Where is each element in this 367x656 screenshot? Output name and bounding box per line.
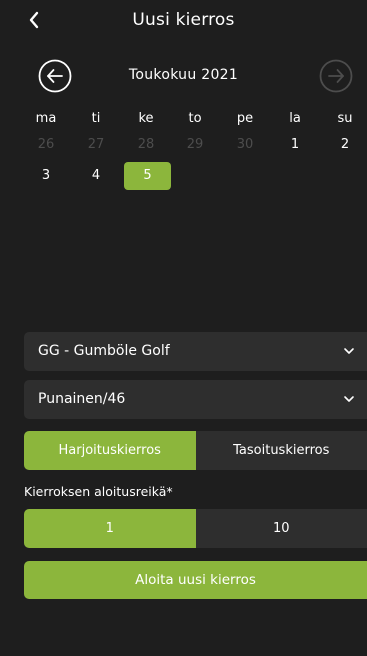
calendar-week-1: 26 27 28 29 30 1 2 xyxy=(24,136,367,162)
start-hole-1[interactable]: 1 xyxy=(24,509,196,548)
calendar-day: 27 xyxy=(87,137,105,152)
header: Uusi kierros xyxy=(0,0,367,44)
round-type-handicap[interactable]: Tasoituskierros xyxy=(195,431,367,470)
calendar-day[interactable]: 4 xyxy=(74,167,118,185)
calendar-day-selected[interactable]: 5 xyxy=(124,162,171,190)
calendar-day[interactable]: 3 xyxy=(24,167,68,185)
weekday-fri: pe xyxy=(236,111,254,126)
calendar-day: 28 xyxy=(137,137,155,152)
page-title: Uusi kierros xyxy=(132,10,235,30)
arrow-right-circle-icon xyxy=(319,59,353,93)
weekday-tue: ti xyxy=(91,111,101,126)
chevron-down-icon xyxy=(344,348,354,354)
start-hole-toggle: 1 10 xyxy=(24,509,367,548)
calendar-day: 26 xyxy=(37,137,55,152)
course-select-value: GG - Gumböle Golf xyxy=(38,343,170,359)
start-new-round-button[interactable]: Aloita uusi kierros xyxy=(24,561,367,599)
weekday-sat: la xyxy=(289,111,301,126)
month-navigation: Toukokuu 2021 xyxy=(0,58,367,94)
tee-select[interactable]: Punainen/46 xyxy=(24,380,367,419)
calendar-day: 30 xyxy=(236,137,254,152)
start-hole-10[interactable]: 10 xyxy=(195,509,367,548)
calendar-day[interactable]: 2 xyxy=(323,136,367,154)
course-select[interactable]: GG - Gumböle Golf xyxy=(24,332,367,371)
next-month-button[interactable] xyxy=(318,58,354,94)
calendar-day[interactable]: 1 xyxy=(273,136,317,154)
weekday-wed: ke xyxy=(138,111,154,126)
tee-select-value: Punainen/46 xyxy=(38,391,126,407)
new-round-screen: Uusi kierros Toukokuu 2021 ma ti ke to p… xyxy=(0,0,367,656)
weekday-mon: ma xyxy=(35,111,57,126)
weekday-thu: to xyxy=(188,111,202,126)
weekday-sun: su xyxy=(337,111,353,126)
month-label: Toukokuu 2021 xyxy=(128,67,239,83)
calendar-week-2: 3 4 5 xyxy=(24,162,367,193)
start-hole-label: Kierroksen aloitusreikä* xyxy=(24,484,173,499)
round-type-practice[interactable]: Harjoituskierros xyxy=(24,431,196,470)
weekday-header: ma ti ke to pe la su xyxy=(24,110,367,130)
round-type-toggle: Harjoituskierros Tasoituskierros xyxy=(24,431,367,470)
chevron-down-icon xyxy=(344,396,354,402)
calendar-day: 29 xyxy=(186,137,204,152)
